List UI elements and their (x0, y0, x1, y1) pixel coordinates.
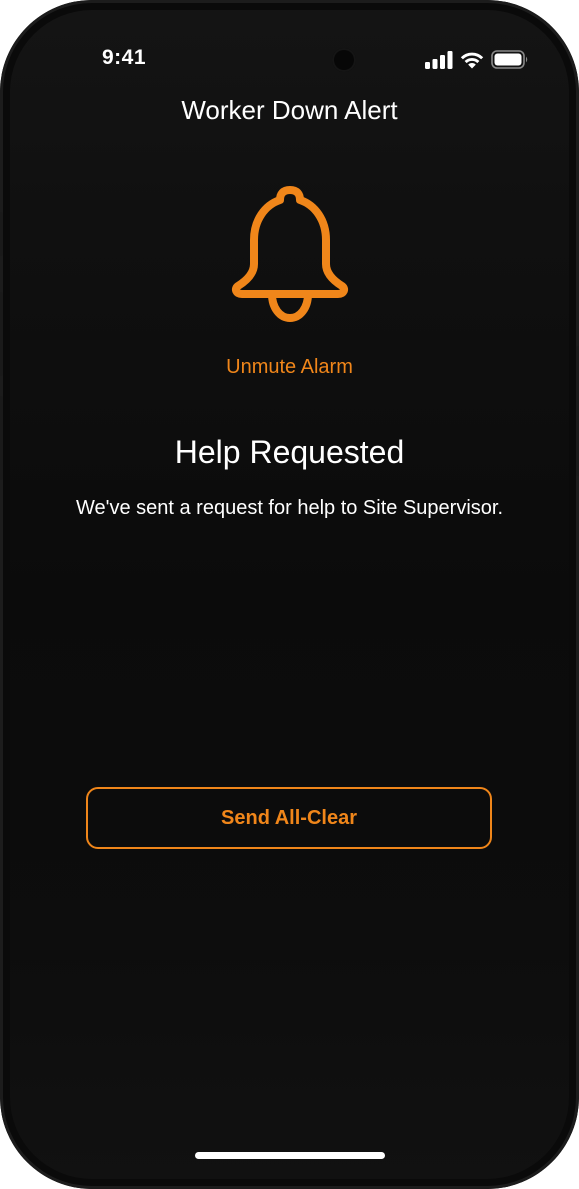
volume-up-button (0, 292, 3, 376)
wifi-icon (460, 52, 484, 69)
phone-frame: 9:41 Worker Down Alert Unmute Alarm Help… (0, 0, 579, 1189)
app-screen: 9:41 Worker Down Alert Unmute Alarm Help… (10, 10, 569, 1179)
help-request-description: We've sent a request for help to Site Su… (75, 497, 503, 519)
volume-down-button (0, 396, 3, 480)
home-indicator[interactable] (195, 1152, 385, 1159)
cellular-signal-icon (425, 50, 453, 69)
status-icons (425, 50, 529, 69)
help-requested-heading: Help Requested (174, 434, 405, 470)
bell-icon (231, 186, 349, 323)
front-camera (332, 48, 356, 72)
screen-title: Worker Down Alert (181, 95, 398, 125)
battery-icon (491, 50, 528, 69)
status-bar: 9:41 (10, 10, 569, 90)
silent-switch (0, 212, 3, 256)
status-time: 9:41 (102, 46, 147, 69)
send-all-clear-button[interactable]: Send All-Clear (86, 787, 492, 849)
unmute-alarm-link[interactable]: Unmute Alarm (10, 356, 569, 379)
